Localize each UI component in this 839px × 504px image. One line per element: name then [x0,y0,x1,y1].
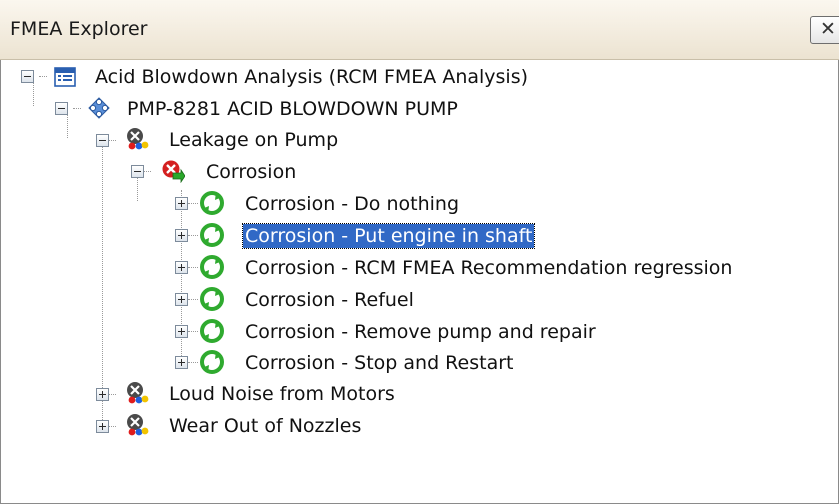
close-icon: ✕ [820,18,836,40]
expand-toggle[interactable] [175,229,188,242]
failure-mode-icon [127,128,149,150]
failure-cause-icon [162,160,185,183]
analysis-table-icon [54,67,76,87]
tree-node-label[interactable]: Wear Out of Nozzles [169,414,361,438]
fmea-tree[interactable]: Acid Blowdown Analysis (RCM FMEA Analysi… [0,60,839,504]
failure-mode-icon [127,382,149,404]
tree-node-label[interactable]: Leakage on Pump [169,128,338,152]
asset-diamond-icon [88,97,110,119]
recommendation-cycle-icon [200,191,224,215]
tree-node-label[interactable]: Corrosion [206,160,296,184]
collapse-toggle[interactable] [21,70,34,83]
tree-node-label[interactable]: Corrosion - Refuel [245,288,414,312]
expand-toggle[interactable] [175,261,188,274]
tree-node-label[interactable]: Corrosion - RCM FMEA Recommendation regr… [245,256,732,280]
fmea-explorer-panel: FMEA Explorer ✕ Acid Blowdown Analysis (… [0,0,839,504]
recommendation-cycle-icon [200,223,224,247]
recommendation-cycle-icon [200,350,224,374]
tree-node-label[interactable]: Corrosion - Remove pump and repair [245,320,596,344]
collapse-toggle[interactable] [131,165,144,178]
expand-toggle[interactable] [96,388,109,401]
recommendation-cycle-icon [200,319,224,343]
tree-node-label[interactable]: Corrosion - Do nothing [245,192,459,216]
tree-node-label[interactable]: PMP-8281 ACID BLOWDOWN PUMP [127,97,458,121]
tree-node-label[interactable]: Acid Blowdown Analysis (RCM FMEA Analysi… [95,65,528,89]
recommendation-cycle-icon [200,287,224,311]
collapse-toggle[interactable] [55,102,68,115]
tree-node-label[interactable]: Loud Noise from Motors [169,382,395,406]
expand-toggle[interactable] [96,420,109,433]
expand-toggle[interactable] [175,293,188,306]
recommendation-cycle-icon [200,255,224,279]
expand-toggle[interactable] [175,356,188,369]
panel-titlebar: FMEA Explorer ✕ [0,0,839,60]
tree-node-label[interactable]: Corrosion - Stop and Restart [245,351,513,375]
close-button[interactable]: ✕ [810,16,839,44]
failure-mode-icon [127,414,149,436]
collapse-toggle[interactable] [96,134,109,147]
expand-toggle[interactable] [175,325,188,338]
panel-title: FMEA Explorer [10,18,148,40]
expand-toggle[interactable] [175,197,188,210]
tree-node-label-selected[interactable]: Corrosion - Put engine in shaft [241,223,536,249]
